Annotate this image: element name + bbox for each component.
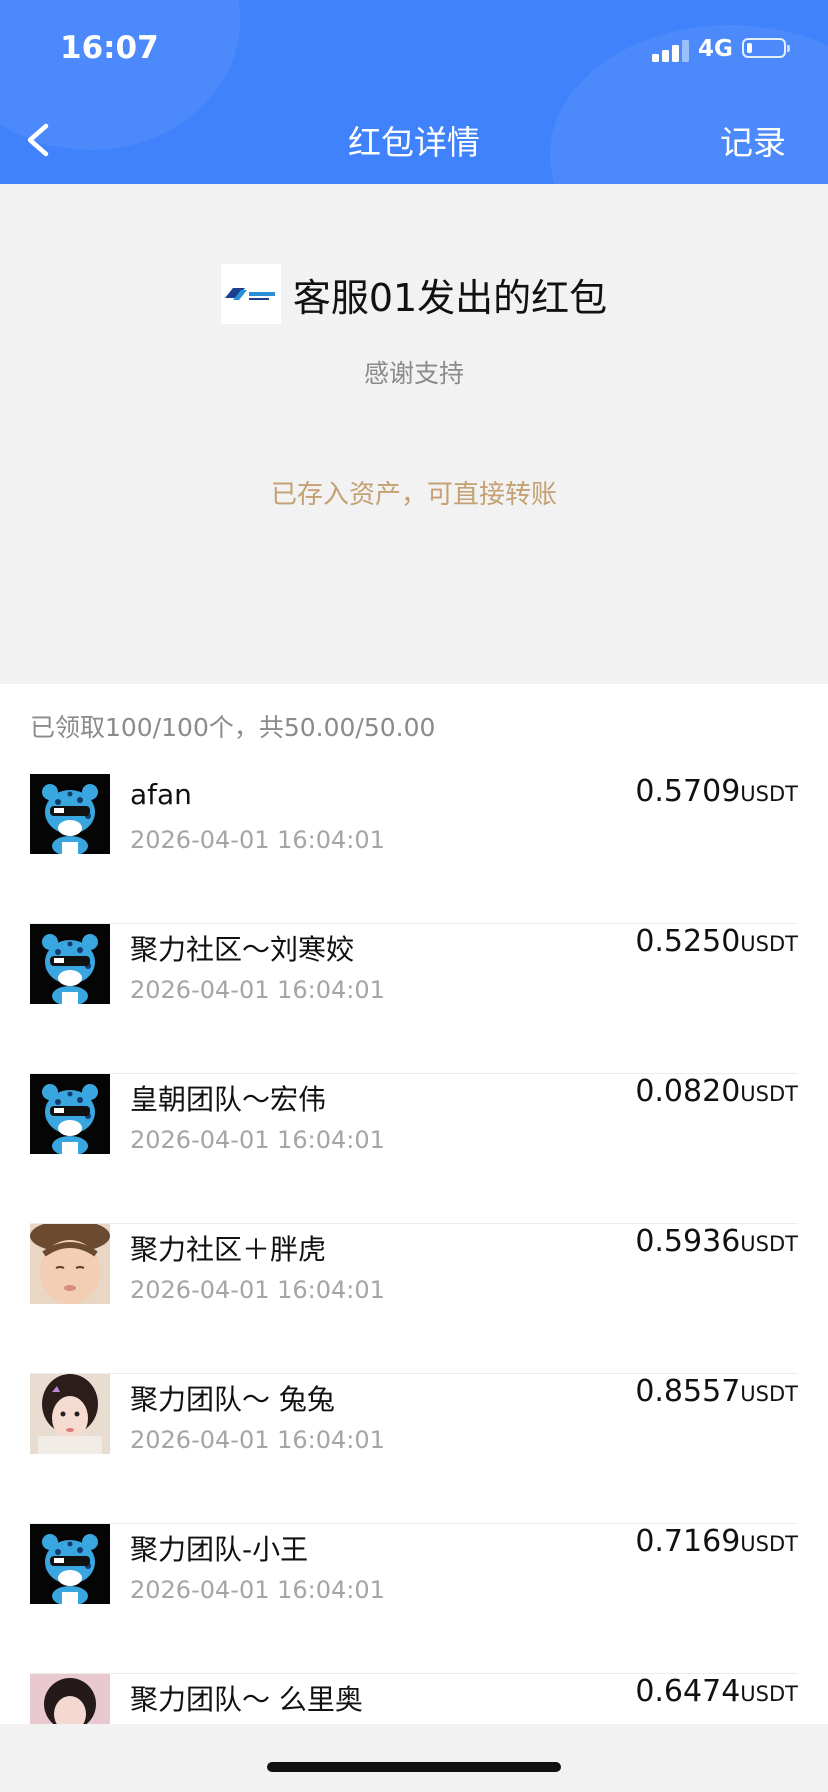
battery-icon (742, 38, 790, 58)
signal-icon (652, 40, 690, 62)
list-item[interactable]: 聚力社区＋胖虎 2026-04-01 16:04:01 0.5936USDT (30, 1224, 798, 1374)
list-item[interactable]: afan 2026-04-01 16:04:01 0.5709USDT (30, 774, 798, 924)
network-label: 4G (698, 36, 733, 62)
claim-amount: 0.5936USDT (635, 1224, 798, 1259)
claim-amount: 0.6474USDT (635, 1674, 798, 1709)
home-indicator[interactable] (267, 1762, 561, 1772)
list-item[interactable]: 聚力团队～ 兔兔 2026-04-01 16:04:01 0.8557USDT (30, 1374, 798, 1524)
claim-amount: 0.7169USDT (635, 1524, 798, 1559)
claim-time: 2026-04-01 16:04:01 (130, 826, 385, 854)
avatar (30, 774, 110, 854)
claim-time: 2026-04-01 16:04:01 (130, 1426, 385, 1454)
claimer-name: afan (130, 778, 192, 811)
avatar (30, 924, 110, 1004)
battery-level (747, 43, 753, 53)
claim-time: 2026-04-01 16:04:01 (130, 976, 385, 1004)
amount-value: 0.5709 (635, 774, 741, 809)
avatar (30, 1224, 110, 1304)
amount-unit: USDT (740, 1682, 798, 1706)
claimer-name: 聚力团队-小王 (130, 1533, 309, 1566)
sender-title: 客服01发出的红包 (292, 275, 608, 320)
blessing-text: 感谢支持 (363, 359, 464, 388)
status-time: 16:07 (60, 30, 159, 66)
saved-note: 已存入资产，可直接转账 (270, 480, 557, 510)
records-button[interactable]: 记录 (720, 116, 786, 164)
avatar (30, 1524, 110, 1604)
claimer-name: 皇朝团队～宏伟 (130, 1083, 327, 1116)
amount-unit: USDT (740, 1532, 798, 1556)
claim-summary: 已领取100/100个，共50.00/50.00 (30, 713, 436, 742)
sender-row: 客服01发出的红包 (0, 264, 828, 324)
amount-value: 0.5936 (635, 1224, 741, 1259)
claim-amount: 0.8557USDT (635, 1374, 798, 1409)
claimer-name: 聚力社区＋胖虎 (130, 1233, 327, 1266)
list-item[interactable]: 皇朝团队～宏伟 2026-04-01 16:04:01 0.0820USDT (30, 1074, 798, 1224)
amount-value: 0.7169 (635, 1524, 741, 1559)
claim-time: 2026-04-01 16:04:01 (130, 1276, 385, 1304)
amount-unit: USDT (740, 1082, 798, 1106)
claimer-name: 聚力社区～刘寒姣 (130, 933, 355, 966)
claim-time: 2026-04-01 16:04:01 (130, 1576, 385, 1604)
list-item[interactable]: 聚力社区～刘寒姣 2026-04-01 16:04:01 0.5250USDT (30, 924, 798, 1074)
list-item[interactable]: 聚力团队～ 么里奥2026-04-01 16:04:010.6474USDT (30, 1674, 798, 1724)
sender-avatar (220, 264, 281, 324)
avatar (30, 1674, 110, 1724)
amount-unit: USDT (740, 932, 798, 956)
claim-list: 已领取100/100个，共50.00/50.00 afan 2026-04-01 … (0, 684, 828, 1724)
avatar (30, 1074, 110, 1154)
amount-unit: USDT (740, 1232, 798, 1256)
claim-amount: 0.5709USDT (635, 774, 798, 809)
list-item[interactable]: 聚力团队-小王 2026-04-01 16:04:01 0.7169USDT (30, 1524, 798, 1674)
amount-unit: USDT (740, 782, 798, 806)
amount-value: 0.0820 (635, 1074, 741, 1109)
claim-time: 2026-04-01 16:04:01 (130, 1126, 385, 1154)
amount-value: 0.6474 (635, 1674, 741, 1709)
claimer-name: 聚力团队～ 么里奥 (130, 1683, 363, 1716)
claim-amount: 0.0820USDT (635, 1074, 798, 1109)
page-title: 红包详情 (348, 123, 480, 162)
claim-amount: 0.5250USDT (635, 924, 798, 959)
amount-unit: USDT (740, 1382, 798, 1406)
claimer-name: 聚力团队～ 兔兔 (130, 1383, 335, 1416)
avatar (30, 1374, 110, 1454)
amount-value: 0.5250 (635, 924, 741, 959)
amount-value: 0.8557 (635, 1374, 741, 1409)
red-packet-info: 客服01发出的红包 感谢支持 已存入资产，可直接转账 (0, 184, 828, 684)
header-bar: 16:07 4G 红包详情 记录 (0, 0, 828, 184)
